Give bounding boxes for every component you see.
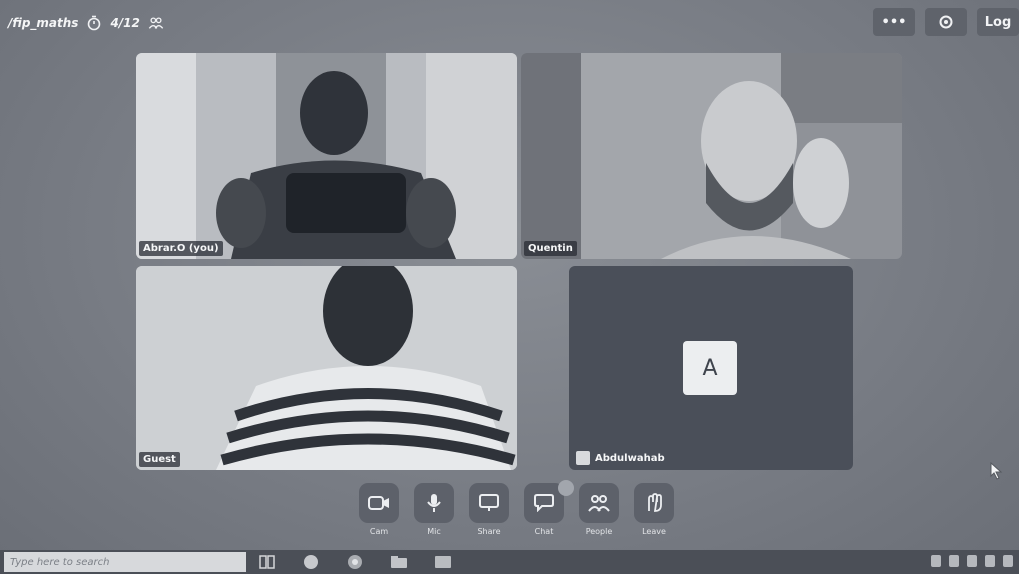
- os-taskbar: Type here to search: [0, 550, 1019, 574]
- participant-name: Guest: [139, 452, 180, 467]
- camera-label: Cam: [369, 527, 389, 536]
- video-feed-image: [136, 53, 517, 259]
- share-control[interactable]: Share: [467, 483, 511, 536]
- microphone-control[interactable]: Mic: [412, 483, 456, 536]
- call-controls: Cam Mic Share Chat People Leave: [357, 483, 676, 536]
- tray-network-icon[interactable]: [949, 555, 959, 567]
- video-feed-image: [136, 266, 517, 470]
- people-control[interactable]: People: [577, 483, 621, 536]
- settings-button[interactable]: [925, 8, 967, 36]
- people-label: People: [585, 527, 613, 536]
- tray-battery-icon[interactable]: [967, 555, 977, 567]
- chrome-icon[interactable]: [344, 552, 366, 572]
- people-icon: [148, 15, 164, 31]
- taskbar-apps: [256, 552, 454, 572]
- microphone-button[interactable]: [414, 483, 454, 523]
- share-label: Share: [477, 527, 501, 536]
- logout-button[interactable]: Log: [977, 8, 1019, 36]
- task-view-icon[interactable]: [256, 552, 278, 572]
- people-button[interactable]: [579, 483, 619, 523]
- mouse-cursor-icon: [990, 462, 1003, 480]
- chat-icon: [534, 494, 554, 512]
- browser-icon[interactable]: [300, 552, 322, 572]
- camera-icon: [368, 496, 389, 510]
- leave-control[interactable]: Leave: [632, 483, 676, 536]
- room-info: /fip_maths 4/12: [8, 12, 164, 34]
- leave-label: Leave: [642, 527, 666, 536]
- system-tray: [931, 555, 1013, 567]
- video-tile-quentin[interactable]: Quentin: [521, 53, 902, 259]
- microphone-label: Mic: [427, 527, 441, 536]
- gear-icon: [939, 15, 953, 29]
- participant-name-row: Abdulwahab: [572, 449, 669, 467]
- taskbar-search-input[interactable]: Type here to search: [4, 552, 246, 572]
- people-icon: [588, 495, 610, 512]
- leave-button[interactable]: [634, 483, 674, 523]
- top-right-tools: ••• Log: [873, 8, 1019, 36]
- top-bar: /fip_maths 4/12 ••• Log: [0, 0, 1019, 44]
- participant-name: Quentin: [524, 241, 577, 256]
- screen-share-icon: [479, 494, 499, 511]
- screen-share-button[interactable]: [469, 483, 509, 523]
- participant-count: 4/12: [110, 16, 140, 30]
- video-feed-image: [521, 53, 902, 259]
- camera-button[interactable]: [359, 483, 399, 523]
- avatar: A: [683, 341, 737, 395]
- chat-notification-badge: [558, 480, 574, 496]
- timer-icon: [86, 15, 102, 31]
- camera-control[interactable]: Cam: [357, 483, 401, 536]
- tray-volume-icon[interactable]: [985, 555, 995, 567]
- mini-avatar-icon: [576, 451, 590, 465]
- tray-notification-icon[interactable]: [1003, 555, 1013, 567]
- participant-name: Abrar.O (you): [139, 241, 223, 256]
- video-tile-self[interactable]: Abrar.O (you): [136, 53, 517, 259]
- mail-icon[interactable]: [432, 552, 454, 572]
- room-name: /fip_maths: [8, 16, 79, 30]
- tray-chevron-icon[interactable]: [931, 555, 941, 567]
- microphone-icon: [427, 494, 441, 512]
- more-options-button[interactable]: •••: [873, 8, 915, 36]
- participant-name: Abdulwahab: [595, 452, 665, 464]
- video-tile-guest[interactable]: Guest: [136, 266, 517, 470]
- video-tile-abdulwahab[interactable]: A Abdulwahab: [569, 266, 853, 470]
- leave-icon: [648, 493, 662, 512]
- chat-label: Chat: [534, 527, 554, 536]
- file-explorer-icon[interactable]: [388, 552, 410, 572]
